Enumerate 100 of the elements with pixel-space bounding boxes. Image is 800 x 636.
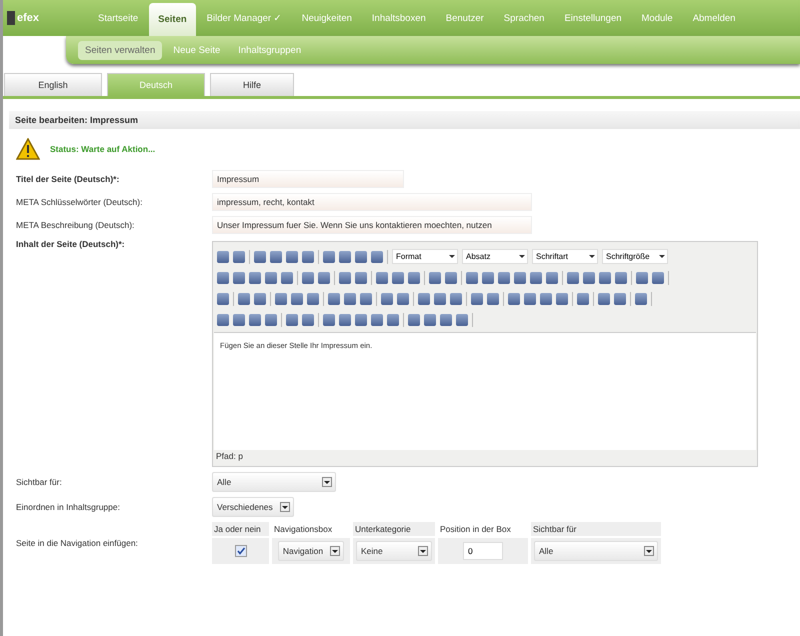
toolbar-icon[interactable] <box>302 314 314 326</box>
toolbar-icon[interactable] <box>371 314 383 326</box>
toolbar-icon[interactable] <box>249 314 261 326</box>
toolbar-icon[interactable] <box>440 314 452 326</box>
toolbar-icon[interactable] <box>635 292 647 304</box>
toolbar-icon[interactable] <box>471 292 483 304</box>
toolbar-icon[interactable] <box>598 292 610 304</box>
toolbar-icon[interactable] <box>450 292 462 304</box>
toolbar-icon[interactable] <box>275 292 287 304</box>
toolbar-icon[interactable] <box>456 314 468 326</box>
toolbar-icon[interactable] <box>265 314 277 326</box>
toolbar-icon[interactable] <box>286 250 298 262</box>
toolbar-icon[interactable] <box>498 272 510 284</box>
toolbar-icon[interactable] <box>546 272 558 284</box>
toolbar-icon[interactable] <box>381 292 393 304</box>
toolbar-icon[interactable] <box>323 314 335 326</box>
toolbar-icon[interactable] <box>599 272 611 284</box>
toolbar-icon[interactable] <box>339 314 351 326</box>
submenu-tab[interactable]: Seiten verwalten <box>78 40 162 60</box>
text-field[interactable]: Unser Impressum fuer Sie. Wenn Sie uns kontaktieren moechten, nutzen <box>212 216 532 234</box>
column-header: Ja oder nein <box>212 522 269 536</box>
toolbar-dropdown[interactable]: Absatz <box>462 249 528 264</box>
toolbar-icon[interactable] <box>408 272 420 284</box>
toolbar-icon[interactable] <box>254 250 266 262</box>
toolbar-icon[interactable] <box>328 292 340 304</box>
toolbar-icon[interactable] <box>339 272 351 284</box>
toolbar-icon[interactable] <box>302 272 314 284</box>
toolbar-icon[interactable] <box>307 292 319 304</box>
toolbar-icon[interactable] <box>482 272 494 284</box>
toolbar-icon[interactable] <box>344 292 356 304</box>
toolbar-icon[interactable] <box>360 292 372 304</box>
field-label: Einordnen in Inhaltsgruppe: <box>16 502 121 512</box>
toolbar-icon[interactable] <box>249 272 261 284</box>
toolbar-icon[interactable] <box>238 292 250 304</box>
toolbar-icon[interactable] <box>524 292 536 304</box>
select-dropdown[interactable]: Keine <box>356 541 432 561</box>
toolbar-icon[interactable] <box>636 272 648 284</box>
select-dropdown[interactable]: Navigation <box>278 541 344 561</box>
toolbar-icon[interactable] <box>302 250 314 262</box>
toolbar-icon[interactable] <box>291 292 303 304</box>
toolbar-icon[interactable] <box>434 292 446 304</box>
toolbar-icon[interactable] <box>387 314 399 326</box>
caret-icon <box>418 546 428 556</box>
toolbar-icon[interactable] <box>445 272 457 284</box>
caret-icon <box>280 502 290 512</box>
toolbar-dropdown[interactable]: Format <box>392 249 458 264</box>
language-tab[interactable]: Hilfe <box>210 73 294 96</box>
column-header: Unterkategorie <box>353 522 435 536</box>
toolbar-icon[interactable] <box>270 250 282 262</box>
toolbar-icon[interactable] <box>376 272 388 284</box>
toolbar-icon[interactable] <box>217 292 229 304</box>
column-header: Position in der Box <box>439 523 512 536</box>
toolbar-icon[interactable] <box>530 272 542 284</box>
toolbar-icon[interactable] <box>281 272 293 284</box>
toolbar-icon[interactable] <box>424 314 436 326</box>
checkbox[interactable] <box>234 545 246 557</box>
select-dropdown[interactable]: Alle <box>212 472 336 492</box>
caret-icon <box>322 477 332 487</box>
toolbar-icon[interactable] <box>614 292 626 304</box>
toolbar-icon[interactable] <box>466 272 478 284</box>
toolbar-icon[interactable] <box>233 250 245 262</box>
select-dropdown[interactable]: Alle <box>534 541 658 561</box>
toolbar-icon[interactable] <box>429 272 441 284</box>
toolbar-icon[interactable] <box>355 314 367 326</box>
toolbar-icon[interactable] <box>254 292 266 304</box>
toolbar-dropdown[interactable]: Schriftart <box>532 249 598 264</box>
toolbar-icon[interactable] <box>371 250 383 262</box>
toolbar-icon[interactable] <box>514 272 526 284</box>
toolbar-icon[interactable] <box>583 272 595 284</box>
toolbar-icon[interactable] <box>508 292 520 304</box>
toolbar-icon[interactable] <box>577 292 589 304</box>
text-field[interactable]: Impressum <box>212 170 404 188</box>
toolbar-icon[interactable] <box>355 272 367 284</box>
toolbar-icon[interactable] <box>615 272 627 284</box>
toolbar-icon[interactable] <box>233 272 245 284</box>
toolbar-icon[interactable] <box>339 250 351 262</box>
toolbar-icon[interactable] <box>540 292 552 304</box>
toolbar-dropdown[interactable]: Schriftgröße <box>602 249 668 264</box>
toolbar-icon[interactable] <box>408 314 420 326</box>
toolbar-icon[interactable] <box>487 292 499 304</box>
toolbar-icon[interactable] <box>217 250 229 262</box>
select-dropdown[interactable]: Verschiedenes <box>212 497 294 517</box>
toolbar-icon[interactable] <box>217 272 229 284</box>
toolbar-icon[interactable] <box>233 314 245 326</box>
toolbar-icon[interactable] <box>652 272 664 284</box>
text-field[interactable]: impressum, recht, kontakt <box>212 193 532 211</box>
toolbar-icon[interactable] <box>397 292 409 304</box>
toolbar-icon[interactable] <box>556 292 568 304</box>
toolbar-icon[interactable] <box>286 314 298 326</box>
toolbar-icon[interactable] <box>355 250 367 262</box>
toolbar-icon[interactable] <box>392 272 404 284</box>
toolbar-icon[interactable] <box>323 250 335 262</box>
menu-tab[interactable]: Seiten <box>149 3 196 36</box>
language-tab[interactable]: English <box>4 73 102 96</box>
toolbar-icon[interactable] <box>418 292 430 304</box>
toolbar-icon[interactable] <box>217 314 229 326</box>
position-field[interactable]: 0 <box>463 542 503 560</box>
toolbar-icon[interactable] <box>265 272 277 284</box>
toolbar-icon[interactable] <box>318 272 330 284</box>
toolbar-icon[interactable] <box>567 272 579 284</box>
